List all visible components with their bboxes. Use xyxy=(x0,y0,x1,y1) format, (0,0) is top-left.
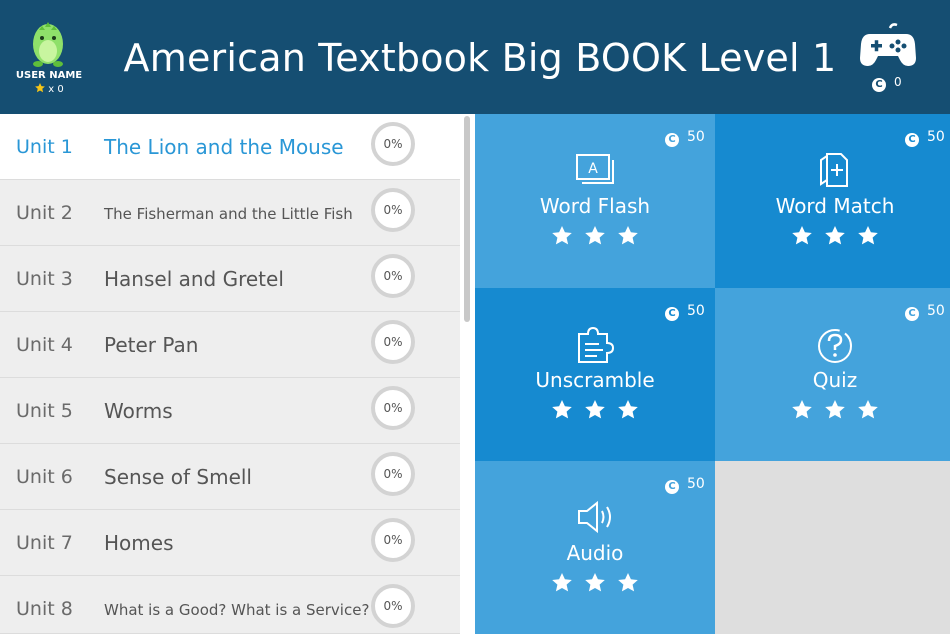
star-icon xyxy=(618,573,638,592)
rating-stars xyxy=(475,224,715,252)
tile-label: Unscramble xyxy=(535,368,655,392)
unit-title: Worms xyxy=(104,399,173,423)
unit-row-1[interactable]: Unit 1 The Lion and the Mouse 0% xyxy=(0,114,460,180)
rating-stars xyxy=(715,398,950,426)
progress-ring: 0% xyxy=(371,386,415,430)
unit-list-scrollbar[interactable] xyxy=(460,114,475,634)
progress-ring: 0% xyxy=(371,188,415,232)
progress-ring: 0% xyxy=(371,584,415,628)
unit-row-8[interactable]: Unit 8 What is a Good? What is a Service… xyxy=(0,576,460,634)
tile-label: Word Flash xyxy=(539,194,651,218)
coin-cost-value: 50 xyxy=(687,129,705,145)
unit-title: Homes xyxy=(104,531,174,555)
unit-number: Unit 3 xyxy=(16,268,73,290)
progress-ring: 0% xyxy=(371,122,415,166)
star-icon xyxy=(552,573,572,592)
unit-title: Peter Pan xyxy=(104,333,199,357)
coin-icon: C xyxy=(872,78,886,92)
user-name-label: USER NAME xyxy=(15,70,83,81)
card-plus-icon xyxy=(820,153,848,187)
coin-cost: C 50 xyxy=(905,129,945,147)
empty-tile xyxy=(715,461,950,634)
rating-stars xyxy=(475,571,715,599)
unit-row-2[interactable]: Unit 2 The Fisherman and the Little Fish… xyxy=(0,180,460,246)
coin-value: 0 xyxy=(894,75,902,89)
star-icon xyxy=(35,83,46,93)
star-icon xyxy=(825,400,845,419)
star-icon xyxy=(585,226,605,245)
unit-number: Unit 5 xyxy=(16,400,73,422)
star-icon xyxy=(792,400,812,419)
unit-list: Unit 1 The Lion and the Mouse 0% Unit 2 … xyxy=(0,114,460,634)
star-icon xyxy=(585,573,605,592)
unit-number: Unit 6 xyxy=(16,466,73,488)
unit-title: The Fisherman and the Little Fish xyxy=(104,205,353,223)
unit-title: Sense of Smell xyxy=(104,465,252,489)
tile-label: Quiz xyxy=(812,368,858,392)
tile-label: Word Match xyxy=(775,194,895,218)
star-icon xyxy=(618,226,638,245)
coin-cost: C 50 xyxy=(665,476,705,494)
page-title: American Textbook Big BOOK Level 1 xyxy=(123,36,837,80)
star-icon xyxy=(552,226,572,245)
rating-stars xyxy=(475,398,715,426)
unit-row-5[interactable]: Unit 5 Worms 0% xyxy=(0,378,460,444)
unit-number: Unit 8 xyxy=(16,598,73,620)
activity-grid: C 50 A Word Flash C 50 Word Match C 50 U… xyxy=(475,114,950,634)
flashcard-icon: A xyxy=(576,154,614,184)
coin-cost-value: 50 xyxy=(687,476,705,492)
coin-icon: C xyxy=(665,307,679,321)
user-star-count: x 0 xyxy=(0,82,98,95)
star-icon xyxy=(858,400,878,419)
unit-number: Unit 4 xyxy=(16,334,73,356)
app-header: USER NAME x 0 American Textbook Big BOOK… xyxy=(0,0,950,114)
scroll-thumb[interactable] xyxy=(464,116,470,322)
progress-ring: 0% xyxy=(371,320,415,364)
coin-cost: C 50 xyxy=(905,303,945,321)
star-icon xyxy=(825,226,845,245)
progress-ring: 0% xyxy=(371,452,415,496)
unit-title: The Lion and the Mouse xyxy=(104,135,344,159)
tile-label: Audio xyxy=(566,541,624,565)
coin-icon: C xyxy=(905,307,919,321)
unit-row-3[interactable]: Unit 3 Hansel and Gretel 0% xyxy=(0,246,460,312)
unit-number: Unit 7 xyxy=(16,532,73,554)
unit-number: Unit 2 xyxy=(16,202,73,224)
coin-counter: C0 xyxy=(872,75,902,92)
star-icon xyxy=(858,226,878,245)
unit-row-6[interactable]: Unit 6 Sense of Smell 0% xyxy=(0,444,460,510)
coin-cost-value: 50 xyxy=(687,303,705,319)
word-flash-tile[interactable]: C 50 A Word Flash xyxy=(475,114,715,288)
star-icon xyxy=(792,226,812,245)
star-icon xyxy=(618,400,638,419)
unit-number: Unit 1 xyxy=(16,136,73,158)
quiz-tile[interactable]: C 50 Quiz xyxy=(715,288,950,461)
unit-title: Hansel and Gretel xyxy=(104,267,284,291)
unit-row-4[interactable]: Unit 4 Peter Pan 0% xyxy=(0,312,460,378)
unit-title: What is a Good? What is a Service? xyxy=(104,601,370,619)
dinosaur-avatar-icon[interactable] xyxy=(28,18,68,68)
unscramble-tile[interactable]: C 50 Unscramble xyxy=(475,288,715,461)
coin-cost-value: 50 xyxy=(927,129,945,145)
question-icon xyxy=(818,329,852,363)
speaker-icon xyxy=(578,500,611,534)
audio-tile[interactable]: C 50 Audio xyxy=(475,461,715,634)
unit-row-7[interactable]: Unit 7 Homes 0% xyxy=(0,510,460,576)
coin-cost: C 50 xyxy=(665,303,705,321)
coin-cost: C 50 xyxy=(665,129,705,147)
star-icon xyxy=(585,400,605,419)
gamepad-icon[interactable] xyxy=(860,22,916,68)
coin-icon: C xyxy=(665,133,679,147)
star-icon xyxy=(552,400,572,419)
coin-icon: C xyxy=(905,133,919,147)
coin-cost-value: 50 xyxy=(927,303,945,319)
user-star-value: x 0 xyxy=(48,84,64,95)
coin-icon: C xyxy=(665,480,679,494)
word-match-tile[interactable]: C 50 Word Match xyxy=(715,114,950,288)
progress-ring: 0% xyxy=(371,518,415,562)
svg-text:A: A xyxy=(588,161,598,177)
rating-stars xyxy=(715,224,950,252)
progress-ring: 0% xyxy=(371,254,415,298)
puzzle-icon xyxy=(578,326,615,363)
